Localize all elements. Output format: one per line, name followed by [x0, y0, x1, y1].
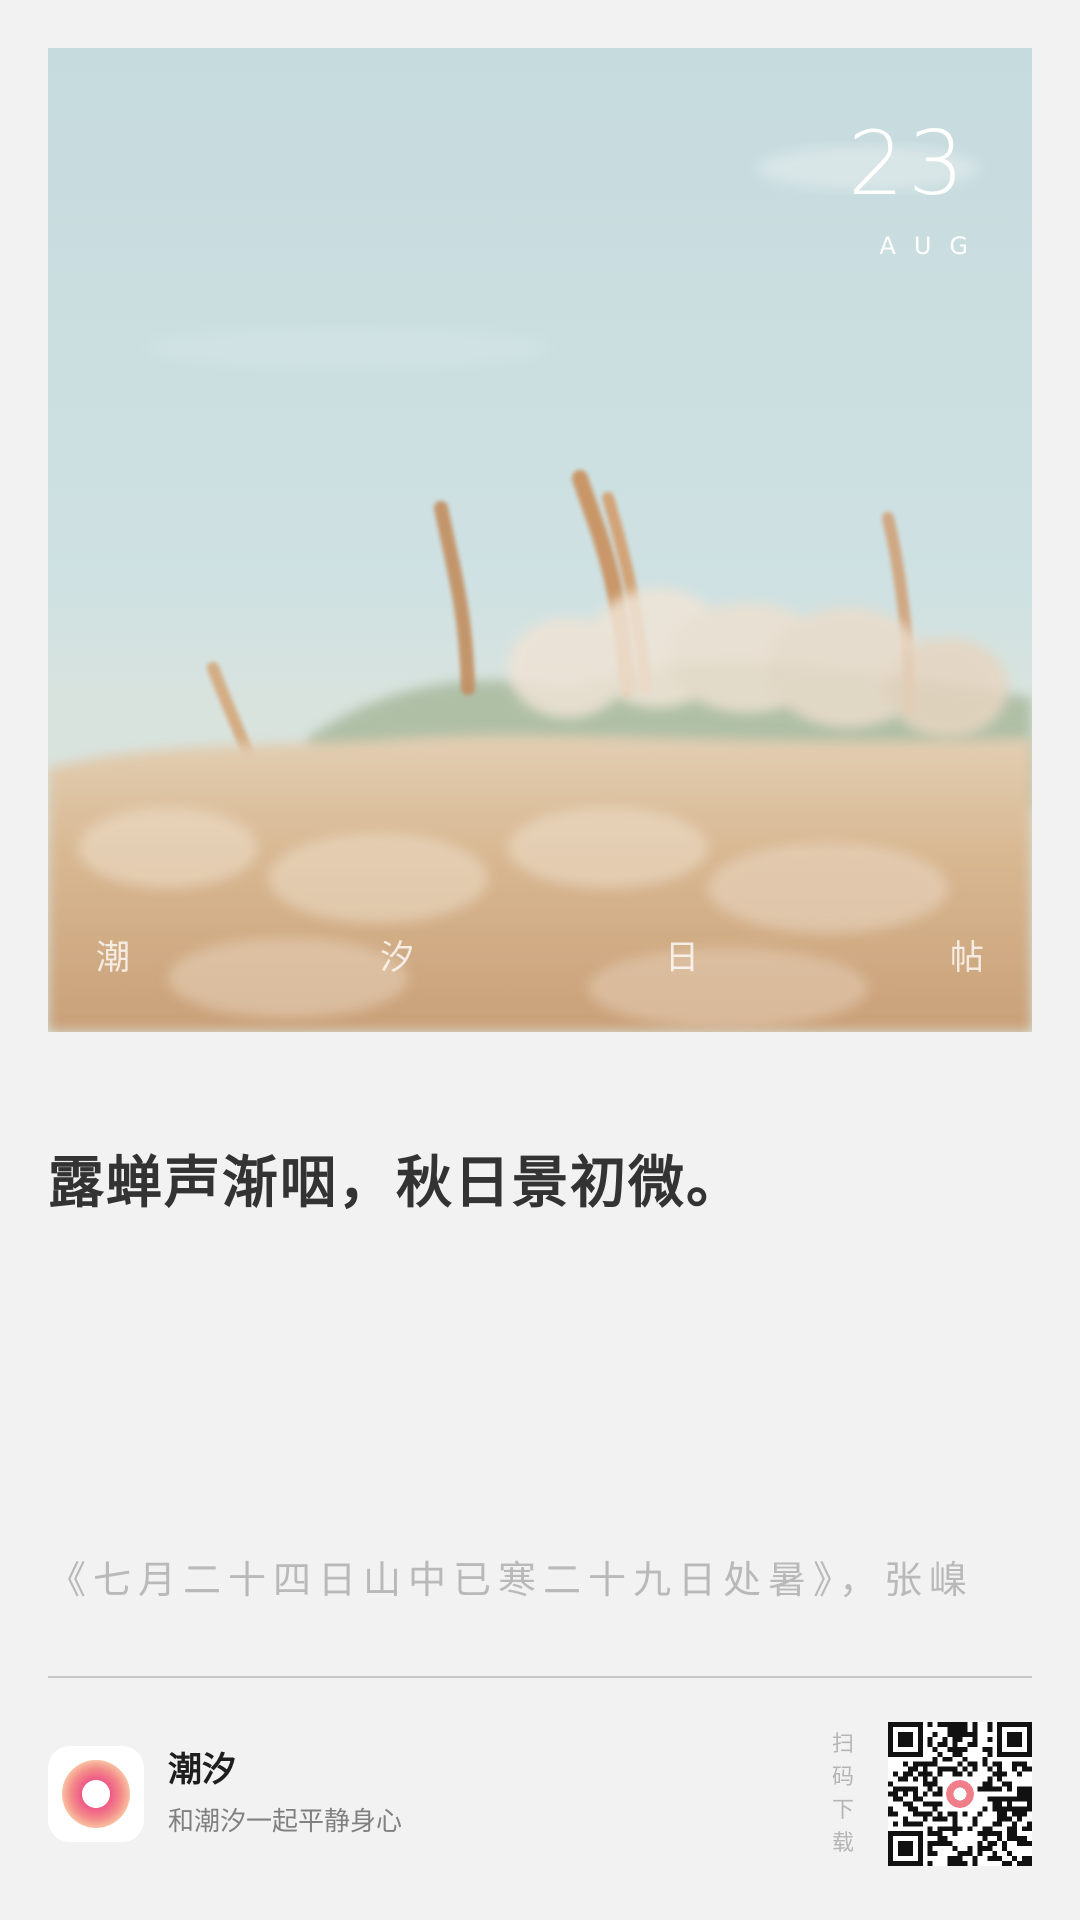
- divider: [48, 1676, 1032, 1678]
- date-day: 23: [848, 112, 968, 215]
- brand-char: 帖: [950, 938, 984, 978]
- quote-source: 《七月二十四日山中已寒二十九日处暑》，张嵲: [48, 1558, 975, 1602]
- app-name: 潮汐: [168, 1750, 236, 1790]
- hero-photo: 23 AUG 潮 汐 日 帖: [48, 48, 1032, 1032]
- date-month: AUG: [879, 232, 986, 260]
- date-badge: 23 AUG: [848, 112, 968, 261]
- daily-quote: 露蝉声渐咽，秋日景初微。: [48, 1151, 744, 1216]
- scan-download-label: 扫码下载: [831, 1732, 854, 1856]
- brand-watermark: 潮 汐 日 帖: [48, 934, 1032, 982]
- brand-char: 日: [665, 938, 699, 978]
- download-qr-code[interactable]: [888, 1722, 1032, 1866]
- tide-ring-icon: [62, 1760, 130, 1828]
- brand-char: 汐: [380, 938, 414, 978]
- app-slogan: 和潮汐一起平静身心: [168, 1807, 403, 1837]
- app-logo: [48, 1746, 144, 1842]
- qr-code-icon: [888, 1722, 1032, 1866]
- brand-char: 潮: [96, 938, 130, 978]
